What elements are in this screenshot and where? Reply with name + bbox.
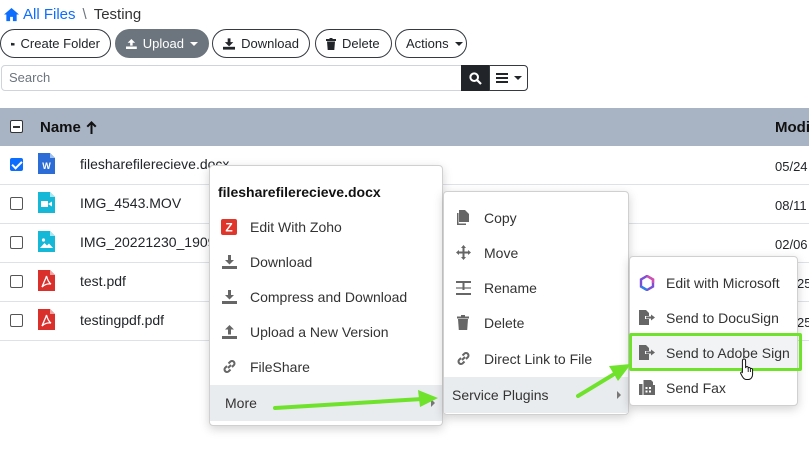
annotation-arrows	[273, 364, 631, 410]
arrow-to-adobe-sign	[576, 364, 631, 398]
hand-cursor-icon	[740, 358, 754, 380]
arrow-to-service-plugins	[273, 390, 438, 410]
